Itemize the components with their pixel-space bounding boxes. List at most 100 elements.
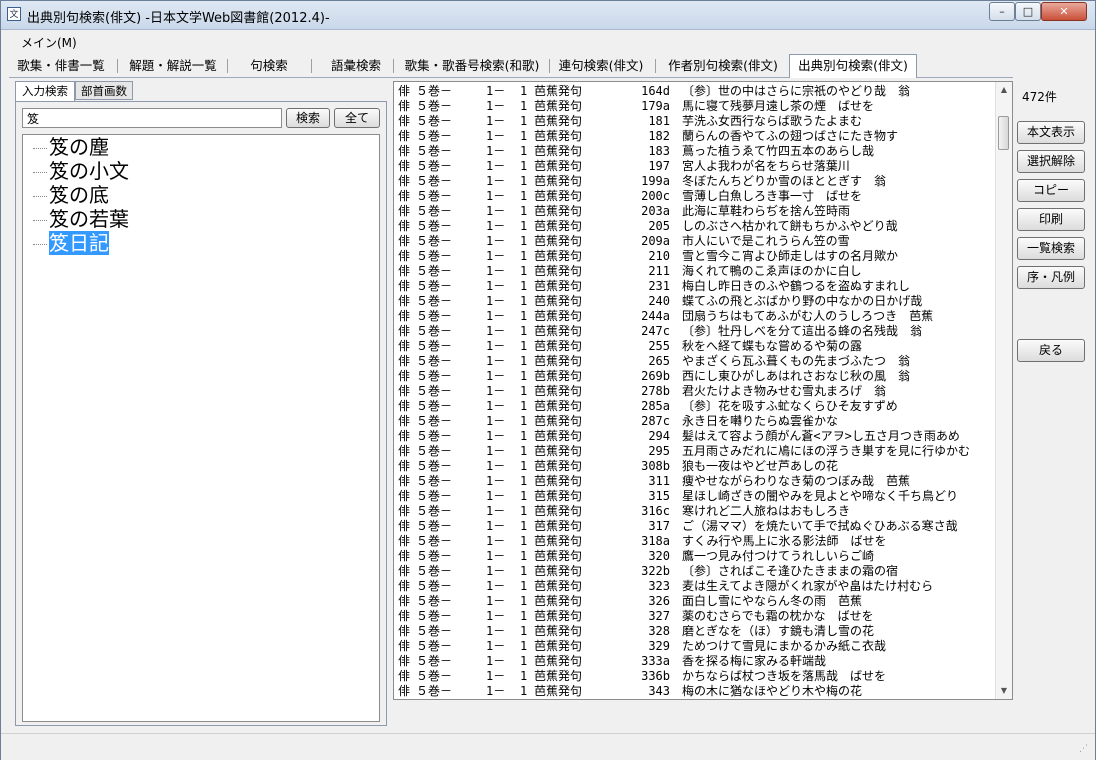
row-verse-id: 164d	[641, 84, 670, 98]
row-part: 1－	[486, 474, 506, 488]
row-part: 1－	[486, 654, 506, 668]
row-source: 芭蕉発句	[534, 324, 583, 338]
row-category: 俳	[398, 444, 411, 458]
row-verse-text: 芋洗ふ女西行ならば歌うたよまむ	[682, 114, 863, 128]
row-source: 芭蕉発句	[534, 264, 583, 278]
show-text-button[interactable]: 本文表示	[1017, 121, 1085, 144]
row-verse-text: 〔参〕牡丹しべを分て這出る蜂の名残哉 翁	[682, 324, 923, 338]
row-source: 芭蕉発句	[534, 459, 583, 473]
tree-item[interactable]: 笈の小文	[33, 159, 129, 183]
search-button[interactable]: 検索	[286, 108, 330, 128]
maximize-button[interactable]: □	[1015, 2, 1041, 21]
app-window-icon: 文	[7, 7, 21, 21]
tree-item[interactable]: 笈の若葉	[33, 207, 129, 231]
row-volume: ５巻－	[416, 669, 453, 683]
row-verse-id: 320	[648, 549, 670, 563]
row-verse-text: 薬のむさらでも霜の枕かな ばせを	[682, 609, 874, 623]
results-list[interactable]: 俳 ５巻－ 1－ 1 芭蕉発句 164d 〔参〕世の中はさらに宗祇のやどり哉 翁俳 ５巻－ 1－…	[393, 81, 1013, 700]
tab-author-search[interactable]: 作者別句検索(俳文)	[659, 55, 787, 77]
tab-verse-search[interactable]: 句検索	[235, 55, 303, 77]
row-number: 1	[520, 444, 528, 458]
input-search-panel: 入力検索 部首画数 検索 全て 笈の塵 笈の小文 笈の底 笈の若葉 笈日記	[15, 81, 387, 726]
row-category: 俳	[398, 159, 411, 173]
row-number: 1	[520, 369, 528, 383]
minimize-button[interactable]: –	[989, 2, 1015, 21]
row-part: 1－	[486, 369, 506, 383]
preface-button[interactable]: 序・凡例	[1017, 266, 1085, 289]
resize-grip-icon[interactable]: ⋰	[1079, 744, 1089, 754]
subtab-radical-stroke[interactable]: 部首画数	[75, 81, 133, 100]
row-category: 俳	[398, 324, 411, 338]
row-part: 1－	[486, 219, 506, 233]
row-category: 俳	[398, 489, 411, 503]
row-category: 俳	[398, 204, 411, 218]
tree-connector	[33, 220, 47, 221]
row-verse-text: 雪と雪今こ宵よひ師走しはすの名月歟か	[682, 249, 899, 263]
row-category: 俳	[398, 219, 411, 233]
row-part: 1－	[486, 519, 506, 533]
menu-main[interactable]: メイン(M)	[21, 34, 77, 51]
search-input[interactable]	[22, 108, 282, 128]
row-volume: ５巻－	[416, 174, 453, 188]
row-part: 1－	[486, 294, 506, 308]
show-all-button[interactable]: 全て	[334, 108, 380, 128]
row-source: 芭蕉発句	[534, 279, 583, 293]
tab-commentary-list[interactable]: 解題・解説一覧	[123, 55, 223, 77]
back-button[interactable]: 戻る	[1017, 339, 1085, 362]
scroll-thumb[interactable]	[998, 116, 1009, 150]
tab-source-search[interactable]: 出典別句検索(俳文)	[789, 54, 917, 78]
row-volume: ５巻－	[416, 504, 453, 518]
row-number: 1	[520, 234, 528, 248]
row-verse-text: 西にし東ひがしあはれさおなじ秋の風 翁	[682, 369, 911, 383]
tab-divider	[117, 59, 118, 73]
row-source: 芭蕉発句	[534, 444, 583, 458]
tab-waka-number-search[interactable]: 歌集・歌番号検索(和歌)	[397, 55, 547, 77]
row-number: 1	[520, 174, 528, 188]
scroll-down-icon[interactable]: ▼	[996, 683, 1012, 699]
tree-item-selected[interactable]: 笈日記	[33, 231, 109, 255]
tab-divider	[227, 59, 228, 73]
list-search-button[interactable]: 一覧検索	[1017, 237, 1085, 260]
row-verse-id: 209a	[641, 234, 670, 248]
tree-item-label: 笈日記	[49, 231, 109, 255]
row-verse-id: 203a	[641, 204, 670, 218]
row-volume: ５巻－	[416, 99, 453, 113]
tab-renku-search[interactable]: 連句検索(俳文)	[551, 55, 651, 77]
row-verse-id: 269b	[641, 369, 670, 383]
row-part: 1－	[486, 174, 506, 188]
scroll-up-icon[interactable]: ▲	[996, 82, 1012, 98]
results-scrollbar[interactable]: ▲ ▼	[995, 82, 1012, 699]
row-part: 1－	[486, 99, 506, 113]
row-source: 芭蕉発句	[534, 549, 583, 563]
tree-item[interactable]: 笈の塵	[33, 135, 109, 159]
row-part: 1－	[486, 669, 506, 683]
tab-vocabulary-search[interactable]: 語彙検索	[317, 55, 395, 77]
row-number: 1	[520, 669, 528, 683]
row-part: 1－	[486, 579, 506, 593]
row-verse-id: 210	[648, 249, 670, 263]
row-number: 1	[520, 129, 528, 143]
row-verse-text: 五月雨さみだれに鳰にほの浮うき巣すを見に行ゆかむ	[682, 444, 971, 458]
row-part: 1－	[486, 339, 506, 353]
row-part: 1－	[486, 564, 506, 578]
row-part: 1－	[486, 459, 506, 473]
row-category: 俳	[398, 144, 411, 158]
row-verse-id: 211	[648, 264, 670, 278]
row-volume: ５巻－	[416, 609, 453, 623]
row-source: 芭蕉発句	[534, 489, 583, 503]
row-verse-id: 183	[648, 144, 670, 158]
close-button[interactable]: ✕	[1041, 2, 1087, 21]
tab-anthology-list[interactable]: 歌集・俳書一覧	[11, 55, 111, 77]
copy-button[interactable]: コピー	[1017, 179, 1085, 202]
tree-item[interactable]: 笈の底	[33, 183, 109, 207]
row-verse-text: 市人にいで是これうらん笠の雪	[682, 234, 850, 248]
clear-selection-button[interactable]: 選択解除	[1017, 150, 1085, 173]
row-category: 俳	[398, 459, 411, 473]
subtab-input-search[interactable]: 入力検索	[15, 81, 75, 102]
row-number: 1	[520, 624, 528, 638]
row-volume: ５巻－	[416, 639, 453, 653]
row-volume: ５巻－	[416, 294, 453, 308]
row-part: 1－	[486, 189, 506, 203]
row-category: 俳	[398, 369, 411, 383]
print-button[interactable]: 印刷	[1017, 208, 1085, 231]
